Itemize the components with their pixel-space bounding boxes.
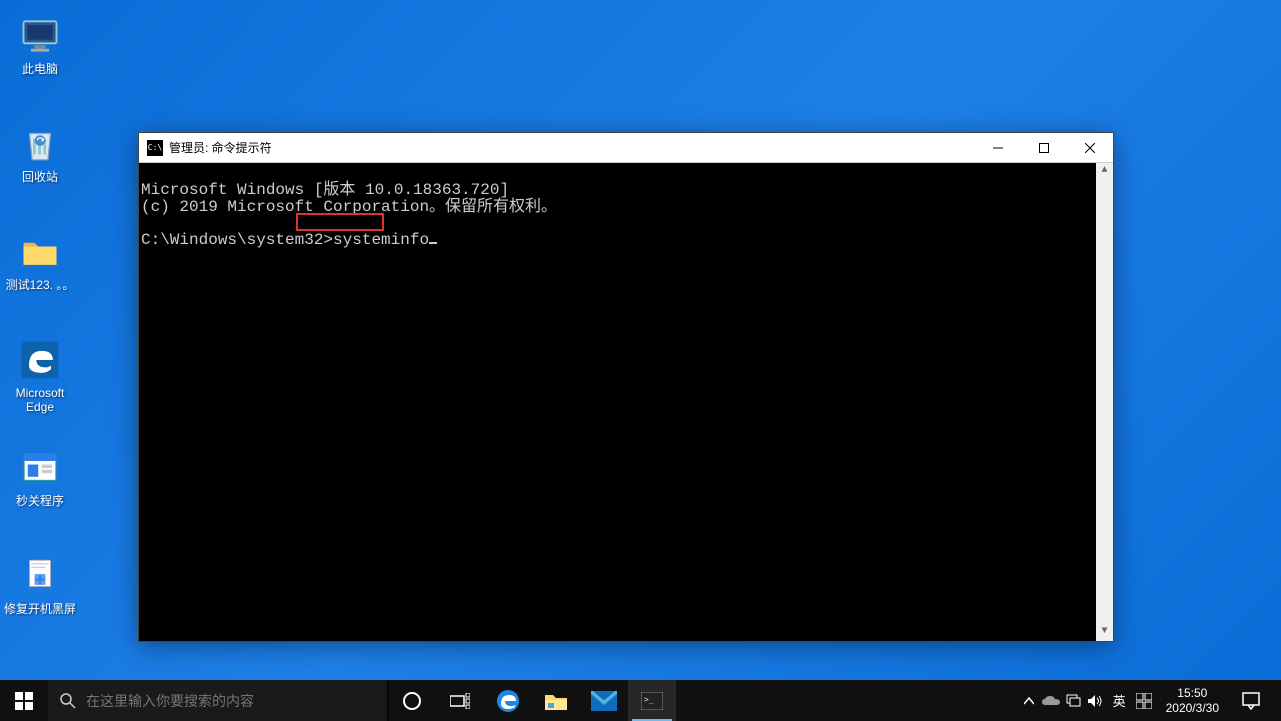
terminal-command: systeminfo xyxy=(333,231,429,249)
terminal-body[interactable]: Microsoft Windows [版本 10.0.18363.720] (c… xyxy=(139,163,1113,641)
app-icon xyxy=(16,444,64,492)
scroll-track[interactable] xyxy=(1096,180,1113,624)
scroll-down-button[interactable]: ▼ xyxy=(1096,624,1113,641)
folder-icon xyxy=(544,690,568,712)
close-button[interactable] xyxy=(1067,133,1113,163)
maximize-icon xyxy=(1039,143,1049,153)
tray-network[interactable] xyxy=(1063,681,1083,721)
clock-time: 15:50 xyxy=(1177,686,1207,700)
desktop-icon-label: 此电脑 xyxy=(22,62,58,76)
tray-onedrive[interactable] xyxy=(1041,681,1061,721)
mail-icon xyxy=(591,691,617,711)
chevron-up-icon xyxy=(1024,697,1034,705)
network-icon xyxy=(1065,694,1081,708)
minimize-button[interactable] xyxy=(975,133,1021,163)
desktop-icon-label: Microsoft Edge xyxy=(2,386,78,415)
window-title: 管理员: 命令提示符 xyxy=(169,139,975,156)
desktop-icon-label: 秒关程序 xyxy=(16,494,64,508)
terminal-line: Microsoft Windows [版本 10.0.18363.720] xyxy=(141,181,509,199)
scrollbar[interactable]: ▲ ▼ xyxy=(1096,163,1113,641)
desktop-icon-label: 修复开机黑屏 xyxy=(4,602,76,616)
taskbar-apps: >_ xyxy=(388,680,676,721)
ime-indicator[interactable]: 英 xyxy=(1107,691,1132,710)
cortana-button[interactable] xyxy=(388,680,436,721)
show-desktop-button[interactable] xyxy=(1275,680,1281,721)
tray-chevron-up[interactable] xyxy=(1019,681,1039,721)
cmd-window[interactable]: C:\ 管理员: 命令提示符 Microsoft Windows [版本 10.… xyxy=(138,132,1114,642)
keyboard-icon xyxy=(1136,693,1152,709)
cursor xyxy=(429,242,437,244)
search-input[interactable] xyxy=(86,693,375,709)
volume-icon xyxy=(1087,694,1103,708)
taskbar-spacer xyxy=(676,680,1015,721)
ime-label: 英 xyxy=(1113,691,1126,710)
taskbar-app-cmd[interactable]: >_ xyxy=(628,680,676,721)
search-box[interactable] xyxy=(48,680,388,721)
windows-icon xyxy=(15,692,33,710)
minimize-icon xyxy=(993,143,1003,153)
cortana-icon xyxy=(402,691,422,711)
notification-center[interactable] xyxy=(1227,680,1275,721)
taskbar-app-explorer[interactable] xyxy=(532,680,580,721)
cmd-icon: C:\ xyxy=(147,140,163,156)
recycle-bin-icon xyxy=(16,120,64,168)
highlight-annotation xyxy=(296,213,384,231)
edge-icon xyxy=(16,336,64,384)
task-view-icon xyxy=(450,693,470,709)
scroll-up-button[interactable]: ▲ xyxy=(1096,163,1113,180)
start-button[interactable] xyxy=(0,680,48,721)
svg-text:>_: >_ xyxy=(644,695,654,704)
desktop-icon-label: 回收站 xyxy=(22,170,58,184)
clock-date: 2020/3/30 xyxy=(1166,701,1219,715)
cloud-icon xyxy=(1042,695,1060,707)
desktop-icon-recycle-bin[interactable]: 回收站 xyxy=(2,120,78,184)
taskbar-app-mail[interactable] xyxy=(580,680,628,721)
desktop-icon-edge[interactable]: Microsoft Edge xyxy=(2,336,78,415)
close-icon xyxy=(1085,143,1095,153)
window-controls xyxy=(975,133,1113,163)
notification-icon xyxy=(1242,692,1260,710)
terminal-line: (c) 2019 Microsoft Corporation。保留所有权利。 xyxy=(141,198,557,216)
taskbar: >_ 英 15:50 2020/3/30 xyxy=(0,680,1281,721)
tray-volume[interactable] xyxy=(1085,681,1105,721)
folder-icon xyxy=(16,228,64,276)
desktop-icon-fix-boot[interactable]: 修复开机黑屏 xyxy=(2,552,78,616)
app-icon xyxy=(16,552,64,600)
desktop-icon-sec-close[interactable]: 秒关程序 xyxy=(2,444,78,508)
cmd-icon: >_ xyxy=(641,692,663,710)
search-icon xyxy=(60,693,76,709)
desktop-icon-folder-test[interactable]: 测试123. 。。 xyxy=(2,228,78,292)
system-tray: 英 xyxy=(1015,680,1158,721)
task-view-button[interactable] xyxy=(436,680,484,721)
terminal-prompt: C:\Windows\system32> xyxy=(141,231,333,249)
taskbar-app-edge[interactable] xyxy=(484,680,532,721)
clock[interactable]: 15:50 2020/3/30 xyxy=(1158,680,1227,721)
this-pc-icon xyxy=(16,12,64,60)
titlebar[interactable]: C:\ 管理员: 命令提示符 xyxy=(139,133,1113,163)
desktop-icon-this-pc[interactable]: 此电脑 xyxy=(2,12,78,76)
tray-ime-settings[interactable] xyxy=(1134,681,1154,721)
desktop-icon-label: 测试123. 。。 xyxy=(6,278,75,292)
maximize-button[interactable] xyxy=(1021,133,1067,163)
edge-icon xyxy=(495,688,521,714)
